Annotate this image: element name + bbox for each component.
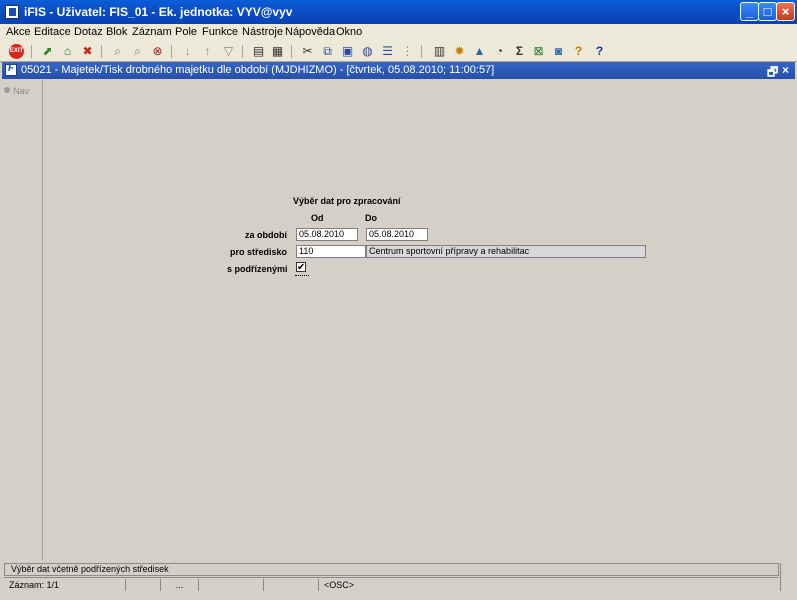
form-close-icon[interactable]: × <box>782 63 789 77</box>
form-canvas: Výběr dat pro zpracování Od Do za období… <box>44 80 791 560</box>
menu-napoveda[interactable]: Nápověda <box>285 26 335 38</box>
nav-panel: Nav <box>4 80 43 560</box>
toolbar-separator <box>291 45 292 58</box>
toolbar-separator <box>421 45 422 58</box>
form-window-title-bar: 05021 - Majetek/Tisk drobného majetku dl… <box>2 62 795 79</box>
status-cell <box>126 579 161 591</box>
status-cell-dots: ... <box>161 579 199 591</box>
menu-dotaz[interactable]: Dotaz <box>74 26 103 38</box>
center-label: pro středisko <box>230 247 288 257</box>
toolbar-separator <box>31 45 32 58</box>
status-bar: Záznam: 1/1 ... <OSC> <box>4 577 779 592</box>
menu-okno[interactable]: Okno <box>336 26 362 38</box>
help-icon[interactable]: ? <box>571 44 586 59</box>
form-icon <box>5 63 17 76</box>
context-help-icon[interactable]: ? <box>592 44 607 59</box>
status-cell <box>199 579 264 591</box>
maximize-button[interactable]: □ <box>758 2 777 21</box>
cut-icon[interactable]: ✂ <box>300 44 315 59</box>
menu-akce[interactable]: Akce <box>6 26 30 38</box>
form-window-title: 05021 - Majetek/Tisk drobného majetku dl… <box>21 64 495 76</box>
period-to-field[interactable]: 05.08.2010 <box>366 228 428 241</box>
clock-icon[interactable]: ◔ <box>492 44 507 59</box>
toolbar-separator <box>171 45 172 58</box>
minimize-button[interactable]: _ <box>740 2 759 21</box>
excel-icon[interactable]: ⊠ <box>531 44 546 59</box>
period-from-field[interactable]: 05.08.2010 <box>296 228 358 241</box>
period-label: za období <box>245 230 287 240</box>
print-preview-icon[interactable]: ▤ <box>251 44 266 59</box>
document-icon[interactable]: ◙ <box>551 44 566 59</box>
menu-nastroje[interactable]: Nástroje <box>242 26 283 38</box>
lov-icon[interactable]: ◍ <box>360 44 375 59</box>
record-counter: Záznam: 1/1 <box>4 579 126 591</box>
settings-icon[interactable]: ✹ <box>452 44 467 59</box>
chart-icon[interactable]: ▲ <box>472 44 487 59</box>
exit-button[interactable]: EXIT <box>9 44 24 59</box>
center-code-field[interactable]: 110 <box>296 245 366 258</box>
export-icon[interactable]: ▦ <box>270 44 285 59</box>
app-icon[interactable] <box>5 5 19 19</box>
menu-zaznam[interactable]: Záznam <box>132 26 172 38</box>
sum-icon[interactable]: Σ <box>512 44 527 59</box>
menu-pole[interactable]: Pole <box>175 26 197 38</box>
window-title: iFIS - Uživatel: FIS_01 - Ek. jednotka: … <box>24 5 293 19</box>
insert-icon[interactable]: ⋮ <box>400 44 415 59</box>
mode-indicator: <OSC> <box>324 580 355 590</box>
calendar-icon[interactable]: ▥ <box>432 44 447 59</box>
checkbox-focus-indicator <box>295 274 309 276</box>
query-icon[interactable]: ⌕ <box>110 44 125 59</box>
nav-label[interactable]: Nav <box>13 86 29 96</box>
toolbar: EXIT ⬈ ⌂ ✖ ⌕ ⌕ ⊗ ↓ ↑ ▽ ▤ ▦ ✂ ⧉ ▣ ◍ ☰ ⋮ ▥… <box>0 41 797 62</box>
copy-icon[interactable]: ⧉ <box>320 44 335 59</box>
print-icon[interactable]: ⌂ <box>60 44 75 59</box>
form-heading: Výběr dat pro zpracování <box>293 196 401 206</box>
menu-blok[interactable]: Blok <box>106 26 127 38</box>
subordinate-label: s podřízenými <box>227 264 288 274</box>
cancel-query-icon[interactable]: ⊗ <box>150 44 165 59</box>
toolbar-separator <box>242 45 243 58</box>
close-button[interactable]: × <box>776 2 795 21</box>
nav-icon[interactable] <box>4 87 10 93</box>
sort-desc-icon[interactable]: ↑ <box>200 44 215 59</box>
menu-funkce[interactable]: Funkce <box>202 26 238 38</box>
status-cell <box>264 579 319 591</box>
save-icon[interactable]: ⬈ <box>40 44 55 59</box>
execute-query-icon[interactable]: ⌕ <box>130 44 145 59</box>
subordinate-checkbox[interactable]: ✔ <box>296 262 306 273</box>
center-name-field: Centrum sportovní přípravy a rehabilitac <box>366 245 646 258</box>
paste-icon[interactable]: ▣ <box>340 44 355 59</box>
filter-icon[interactable]: ▽ <box>221 44 236 59</box>
delete-record-icon[interactable]: ✖ <box>80 44 95 59</box>
column-to-label: Do <box>365 213 377 223</box>
column-from-label: Od <box>311 213 324 223</box>
menu-editace[interactable]: Editace <box>34 26 71 38</box>
window-title-bar: iFIS - Uživatel: FIS_01 - Ek. jednotka: … <box>0 0 797 24</box>
toolbar-separator <box>101 45 102 58</box>
resize-grip[interactable] <box>780 563 792 591</box>
sort-asc-icon[interactable]: ↓ <box>180 44 195 59</box>
hint-bar: Výběr dat včetně podřízených středisek <box>4 563 779 576</box>
edit-icon[interactable]: ☰ <box>380 44 395 59</box>
menu-bar: Akce Editace Dotaz Blok Záznam Pole Funk… <box>0 24 797 41</box>
